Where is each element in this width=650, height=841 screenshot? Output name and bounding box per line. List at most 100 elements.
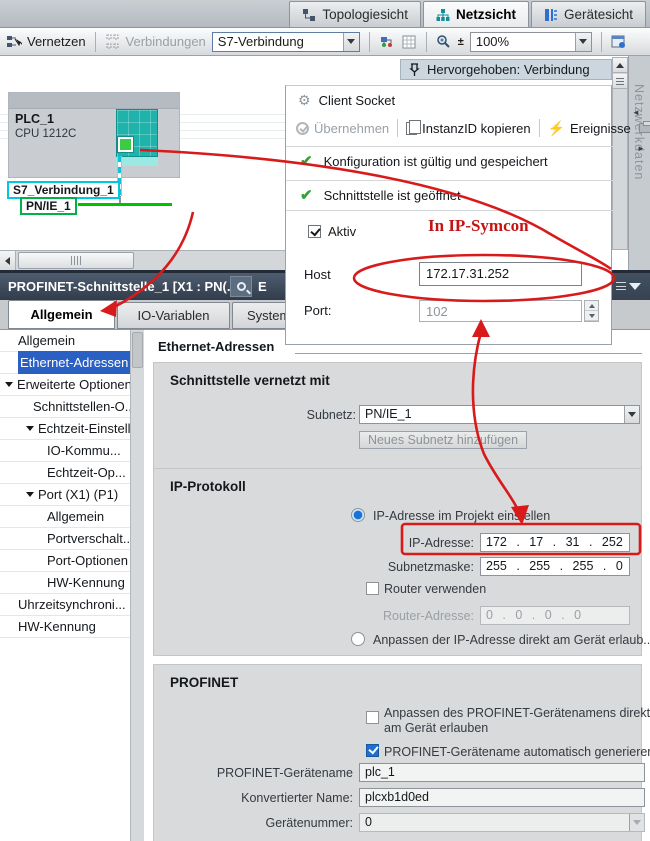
toolbar-separator (369, 32, 370, 52)
konvertierter-name-label: Konvertierter Name: (154, 791, 353, 805)
verbindungen-button[interactable]: Verbindungen (105, 34, 206, 50)
port-spinner[interactable] (584, 300, 599, 322)
side-panel-strip[interactable]: Netzwerkdaten ◄ ► (628, 56, 650, 273)
chevron-expanded-icon[interactable] (26, 492, 34, 497)
port-label: Port: (304, 303, 331, 318)
host-label: Host (304, 267, 331, 282)
tree-item[interactable]: HW-Kennung (0, 616, 130, 638)
uebernehmen-label: Übernehmen (314, 121, 389, 136)
eigenschaften-minitab[interactable] (230, 276, 252, 297)
tree-item[interactable]: Portverschalt... (0, 528, 130, 550)
expand-right-icon[interactable]: ► (637, 144, 645, 153)
instanzid-kopieren-button[interactable]: InstanzID kopieren (406, 121, 530, 136)
dialog-title-row: ⚙ Client Socket (298, 92, 395, 109)
tree-item-label: IO-Kommu... (47, 440, 121, 461)
router-adresse-input[interactable]: 0 . 0 . 0 . 0 (480, 606, 630, 625)
relations-icon[interactable] (379, 34, 395, 50)
status-row-interface: ✔ Schnittstelle ist geöffnet (300, 186, 461, 204)
radio-ip-im-projekt[interactable] (351, 508, 365, 522)
router-verwenden-label: Router verwenden (384, 582, 486, 596)
anpassen-geraetename-checkbox[interactable] (366, 711, 379, 724)
plc-ethernet-port[interactable] (118, 137, 133, 152)
geraetenummer-dropdown[interactable]: 0 (359, 813, 645, 832)
chevron-expanded-icon[interactable] (5, 382, 13, 387)
port-input[interactable]: 102 (419, 300, 582, 322)
zoom-icon[interactable] (436, 34, 452, 50)
tree-item[interactable]: Ethernet-Adressen (0, 352, 130, 374)
radio-ip-am-geraet[interactable] (351, 632, 365, 646)
tab-topologiesicht[interactable]: Topologiesicht (289, 1, 421, 27)
subnet-line (78, 203, 172, 206)
scrollbar-thumb[interactable] (132, 332, 143, 368)
tab-allgemein[interactable]: Allgemein (8, 300, 115, 329)
zoom-combo[interactable]: 100% (470, 32, 592, 52)
device-view-icon (544, 8, 558, 22)
vernetzen-button[interactable]: Vernetzen (6, 34, 86, 50)
ip-adresse-input[interactable]: 172 . 17 . 31 . 252 (480, 533, 630, 552)
tree-item[interactable]: Schnittstellen-O... (0, 396, 130, 418)
scroll-left-icon[interactable] (0, 251, 16, 270)
uebernehmen-button[interactable]: Übernehmen (296, 121, 389, 136)
spin-up-icon[interactable] (585, 301, 598, 311)
tab-label: Gerätesicht (564, 7, 633, 22)
tab-geraetesicht[interactable]: Gerätesicht (531, 1, 646, 27)
list-icon[interactable] (616, 282, 626, 290)
dialog-title: Client Socket (319, 93, 396, 108)
printer-icon (639, 123, 650, 133)
scrollbar-thumb[interactable] (18, 252, 134, 269)
status-text: Konfiguration ist gültig und gespeichert (324, 154, 548, 169)
tree-item[interactable]: Echtzeit-Einstell... (0, 418, 130, 440)
add-subnet-button[interactable]: Neues Subnetz hinzufügen (359, 431, 527, 449)
tab-netzsicht[interactable]: Netzsicht (423, 1, 529, 27)
vertical-scrollbar[interactable] (612, 57, 628, 250)
properties-tree: AllgemeinEthernet-AdressenErweiterte Opt… (0, 330, 130, 841)
tree-item-label: Echtzeit-Op... (47, 462, 126, 483)
tree-item[interactable]: Allgemein (0, 330, 130, 352)
tree-item[interactable]: Uhrzeitsynchroni... (0, 594, 130, 616)
subnetz-dropdown[interactable]: PN/IE_1 (359, 405, 640, 424)
plc-device[interactable]: PLC_1 CPU 1212C (8, 92, 180, 178)
connection-type-combo[interactable]: S7-Verbindung (212, 32, 360, 52)
chevron-down-icon[interactable] (575, 33, 591, 51)
grid-page-icon[interactable] (401, 34, 417, 50)
highlight-badge-label: Hervorgehoben: Verbindung (427, 62, 590, 77)
host-input[interactable]: 172.17.31.252 (419, 262, 582, 286)
chevron-down-icon[interactable] (624, 406, 639, 423)
router-verwenden-checkbox[interactable] (366, 582, 379, 595)
tree-item[interactable]: Port-Optionen (0, 550, 130, 572)
tab-label: Netzsicht (456, 7, 516, 22)
magnifier-icon (237, 282, 246, 291)
chevron-expanded-icon[interactable] (26, 426, 34, 431)
autogenerate-name-checkbox[interactable] (366, 744, 379, 757)
chevron-down-icon[interactable] (343, 33, 359, 51)
tree-item[interactable]: Allgemein (0, 506, 130, 528)
truncated-button[interactable]: S (639, 121, 650, 136)
subnetzmaske-input[interactable]: 255 . 255 . 255 . 0 (480, 557, 630, 576)
tree-item-label: HW-Kennung (47, 572, 125, 593)
window-panel-icon[interactable] (611, 34, 627, 50)
tree-item[interactable]: Erweiterte Optionen (0, 374, 130, 396)
tree-item[interactable]: Port (X1) (P1) (0, 484, 130, 506)
connection-type-value: S7-Verbindung (213, 34, 343, 49)
spin-down-icon[interactable] (585, 311, 598, 321)
scroll-up-icon[interactable] (613, 58, 627, 73)
ereignisse-button[interactable]: ⚡ Ereignisse (548, 120, 631, 137)
check-icon: ✔ (300, 152, 313, 170)
profinet-name-input[interactable]: plc_1 (359, 763, 645, 782)
aktiv-checkbox[interactable] (308, 225, 321, 238)
ip-adresse-label: IP-Adresse: (154, 536, 474, 550)
zoom-plusminus-icon[interactable]: ± (458, 36, 464, 48)
tab-label: Topologiesicht (322, 7, 408, 22)
tree-item[interactable]: HW-Kennung (0, 572, 130, 594)
subnet-label[interactable]: PN/IE_1 (20, 197, 77, 215)
tree-scrollbar[interactable] (130, 330, 144, 841)
profinet-name-label: PROFINET-Gerätename (154, 766, 353, 780)
section-schnittstelle-vernetzt: Schnittstelle vernetzt mit Subnetz: PN/I… (153, 362, 642, 474)
konvertierter-name-input[interactable]: plcxb1d0ed (359, 788, 645, 807)
collapse-panel-icon[interactable] (629, 283, 641, 290)
tab-io-variablen[interactable]: IO-Variablen (117, 302, 230, 329)
tree-item[interactable]: IO-Kommu... (0, 440, 130, 462)
splitter-grip-icon[interactable] (613, 74, 627, 89)
tree-item[interactable]: Echtzeit-Op... (0, 462, 130, 484)
toolbar-separator (539, 119, 540, 137)
